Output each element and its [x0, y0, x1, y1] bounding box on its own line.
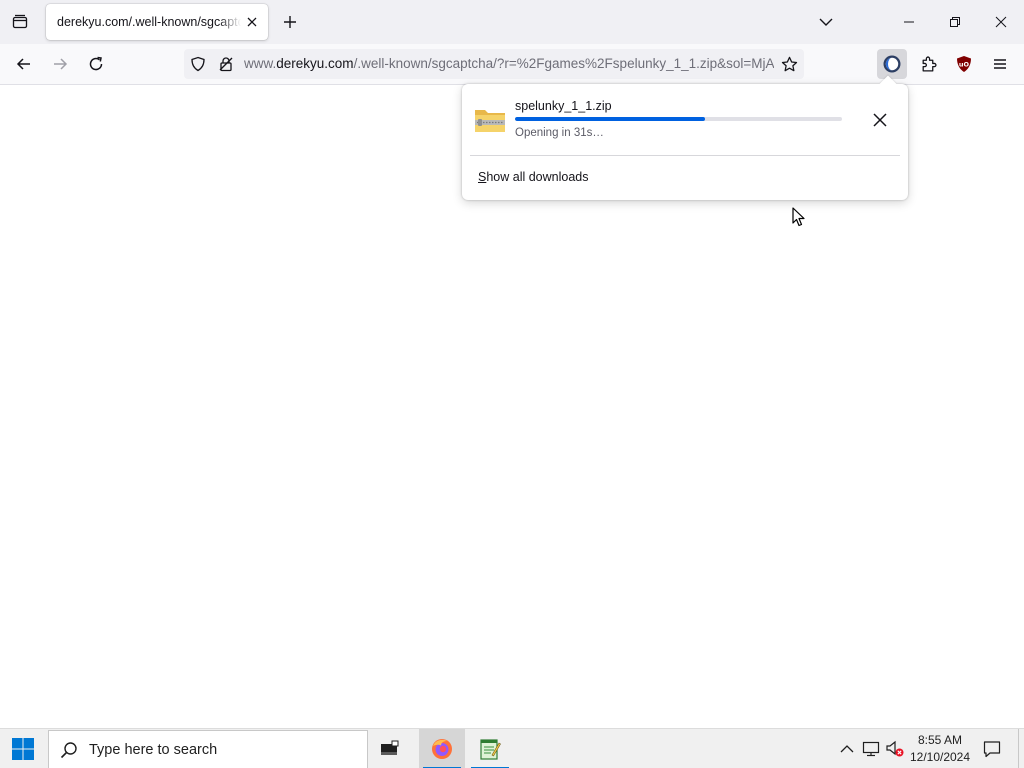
close-icon: [247, 17, 257, 27]
download-file-name: spelunky_1_1.zip: [515, 99, 612, 113]
search-icon: [49, 741, 89, 759]
task-view-icon: [381, 740, 399, 755]
reload-button[interactable]: [81, 49, 111, 79]
clock-time: 8:55 AM: [917, 733, 963, 747]
show-hidden-icons-button[interactable]: [837, 739, 857, 759]
close-window-button[interactable]: [978, 0, 1024, 44]
tracking-protection-button[interactable]: [188, 54, 208, 74]
extensions-icon: [922, 56, 936, 72]
restore-icon: [950, 17, 960, 27]
hamburger-menu-icon: [994, 59, 1006, 69]
cancel-download-button[interactable]: [868, 108, 892, 132]
dark-reader-icon: [883, 55, 901, 73]
downloads-panel: spelunky_1_1.zip Opening in 31s… Show al…: [462, 75, 908, 200]
url-path: /.well-known/sgcaptcha/?r=%2Fgames%2Fspe…: [353, 56, 774, 71]
tab-close-button[interactable]: [242, 12, 262, 32]
windows-logo-icon: [12, 738, 34, 760]
taskbar: Type here to search 8:55 AM 12/10/2024: [0, 728, 1024, 768]
active-tab[interactable]: derekyu.com/.well-known/sgcaptcha/?r=%2F…: [46, 4, 268, 40]
tab-title: derekyu.com/.well-known/sgcaptcha/?r=%2F…: [57, 15, 241, 29]
show-desktop-button[interactable]: [1018, 729, 1024, 768]
svg-text:uO: uO: [959, 61, 970, 69]
mouse-cursor-icon: [792, 207, 805, 227]
reload-icon: [89, 56, 103, 71]
back-arrow-icon: [16, 58, 30, 70]
download-progress-bar: [515, 117, 842, 121]
new-tab-button[interactable]: [278, 9, 302, 35]
zip-folder-icon: [475, 110, 505, 132]
download-item[interactable]: spelunky_1_1.zip Opening in 31s…: [470, 92, 900, 152]
extensions-button[interactable]: [913, 49, 943, 79]
download-status: Opening in 31s…: [515, 127, 604, 139]
shield-icon: [191, 56, 205, 72]
back-button[interactable]: [9, 49, 39, 79]
network-button[interactable]: [861, 739, 881, 759]
volume-muted-icon: [886, 740, 904, 757]
forward-arrow-icon: [54, 58, 68, 70]
star-icon: [781, 56, 797, 71]
ublock-origin-button[interactable]: uO: [949, 49, 979, 79]
panel-divider: [470, 155, 900, 156]
chevron-up-icon: [840, 745, 854, 753]
plus-icon: [284, 16, 296, 28]
taskbar-firefox[interactable]: [419, 729, 465, 768]
site-info-button[interactable]: [216, 54, 236, 74]
download-progress-fill: [515, 117, 705, 121]
taskbar-notepad[interactable]: [467, 729, 513, 768]
chevron-down-icon: [819, 18, 833, 26]
ublock-origin-icon: uO: [957, 56, 971, 72]
tab-list-button[interactable]: [6, 8, 34, 36]
url-bar[interactable]: www.derekyu.com/.well-known/sgcaptcha/?r…: [184, 49, 804, 79]
minimize-icon: [904, 21, 914, 23]
clock-date: 12/10/2024: [909, 750, 971, 764]
show-all-downloads-button[interactable]: Show all downloads: [478, 170, 589, 184]
volume-button[interactable]: [885, 739, 905, 759]
close-icon: [995, 16, 1007, 28]
task-view-button[interactable]: [366, 729, 412, 768]
url-text[interactable]: www.derekyu.com/.well-known/sgcaptcha/?r…: [244, 56, 774, 71]
url-host: derekyu.com: [276, 56, 354, 71]
firefox-icon: [432, 739, 452, 759]
list-all-tabs-button[interactable]: [812, 9, 840, 35]
notification-icon: [983, 741, 1001, 758]
show-all-label: how all downloads: [486, 170, 589, 184]
notepad-icon: [480, 739, 501, 760]
tab-list-icon: [12, 14, 28, 29]
taskbar-clock[interactable]: 8:55 AM 12/10/2024: [906, 732, 974, 766]
url-prefix: www.: [244, 56, 277, 71]
app-menu-button[interactable]: [985, 49, 1015, 79]
dark-reader-button[interactable]: [877, 49, 907, 79]
navigation-toolbar: www.derekyu.com/.well-known/sgcaptcha/?r…: [0, 44, 1024, 85]
lock-icon: [219, 57, 233, 72]
start-button[interactable]: [0, 729, 46, 768]
forward-button[interactable]: [45, 49, 75, 79]
network-icon: [862, 741, 880, 757]
search-placeholder: Type here to search: [89, 741, 218, 758]
bookmark-star-button[interactable]: [778, 53, 800, 75]
tab-strip: derekyu.com/.well-known/sgcaptcha/?r=%2F…: [0, 0, 1024, 44]
action-center-button[interactable]: [976, 729, 1008, 768]
minimize-button[interactable]: [886, 0, 932, 44]
close-icon: [873, 113, 887, 127]
restore-button[interactable]: [932, 0, 978, 44]
taskbar-search-box[interactable]: Type here to search: [48, 730, 368, 768]
